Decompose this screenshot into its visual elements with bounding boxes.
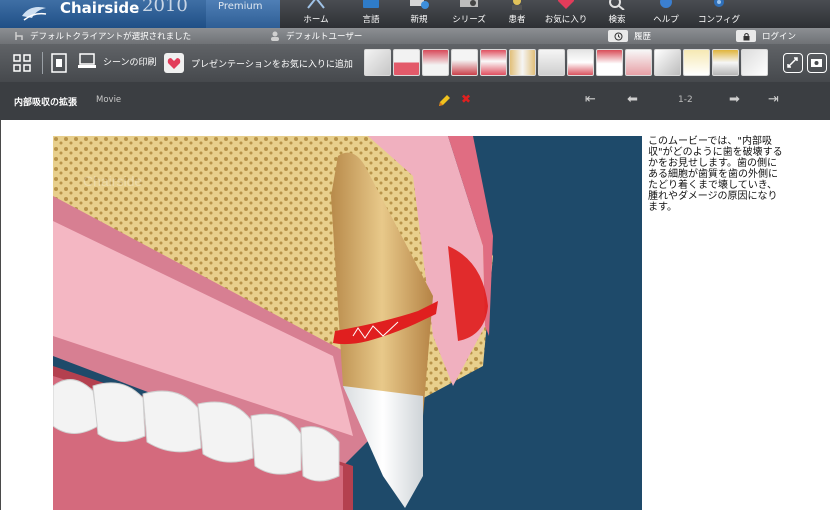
history-label: 履歴: [634, 32, 652, 42]
scene-thumbnail[interactable]: [451, 49, 478, 76]
document-button[interactable]: [51, 53, 67, 73]
user-icon: [271, 31, 279, 41]
toolbar: シーンの印刷 プレゼンテーションをお気に入りに追加: [0, 44, 830, 82]
nav-label: お気に入り: [544, 15, 588, 25]
brand-name: Chairside: [60, 0, 140, 17]
heart-icon: [164, 53, 184, 73]
nav-item-patient[interactable]: 患者: [495, 0, 539, 28]
nav-item-language[interactable]: 言語: [347, 0, 395, 28]
nav-item-search[interactable]: 検索: [593, 0, 641, 28]
login-label: ログイン: [762, 32, 797, 42]
scene-thumbnail[interactable]: [393, 49, 420, 76]
movie-title: 内部吸収の拡張: [14, 98, 78, 108]
nav-item-help[interactable]: ヘルプ: [641, 0, 691, 28]
add-to-favorites-button[interactable]: プレゼンテーションをお気に入りに追加: [164, 53, 353, 73]
main-nav: ホーム 言語 新規 シリーズ 患者 お気に入り 検索 ヘルプ コンフィグ: [285, 0, 747, 28]
nav-item-series[interactable]: シリーズ: [443, 0, 495, 28]
print-icon: [78, 53, 96, 68]
client-status: デフォルトクライアントが選択されました: [14, 30, 191, 42]
fullscreen-button[interactable]: [12, 53, 32, 73]
brand-area: Chairside 2010 Premium: [0, 0, 280, 28]
globe-icon: [363, 0, 379, 8]
scene-thumbnail[interactable]: [364, 49, 391, 76]
expand-arrows-icon: [787, 57, 798, 68]
nav-label: ホーム: [303, 15, 329, 25]
new-icon: [410, 0, 429, 9]
scene-thumbnail[interactable]: [422, 49, 449, 76]
movie-player[interactable]: Chairside: [53, 136, 642, 510]
search-icon: [609, 0, 625, 10]
home-icon: [307, 0, 325, 9]
chairside-logo-icon: [22, 7, 47, 21]
previous-page-icon[interactable]: ⬅: [627, 92, 638, 107]
toolbar-divider: [42, 52, 43, 74]
scene-thumbnail[interactable]: [480, 49, 507, 76]
movie-titlebar: 内部吸収の拡張 Movie ✖ ⇤ ⬅ 1-2 ➡ ⇥: [0, 82, 830, 120]
nav-label: 新規: [410, 15, 428, 25]
patient-icon: [512, 0, 522, 10]
nav-label: シリーズ: [452, 15, 486, 25]
expand-view-button[interactable]: [783, 53, 803, 73]
nav-label: 患者: [508, 15, 526, 25]
history-button[interactable]: 履歴: [608, 30, 651, 42]
top-header: Chairside 2010 Premium ホーム 言語 新規 シリーズ 患者: [0, 0, 830, 28]
edition-label: Premium: [218, 1, 263, 12]
nav-label: 検索: [608, 15, 626, 25]
help-icon: [660, 0, 672, 8]
login-button[interactable]: ログイン: [736, 30, 796, 42]
last-page-icon[interactable]: ⇥: [768, 92, 779, 107]
next-page-icon[interactable]: ➡: [729, 92, 740, 107]
svg-text:Chairside: Chairside: [83, 173, 142, 189]
add-to-favorites-label: プレゼンテーションをお気に入りに追加: [191, 59, 353, 70]
camera-icon: [811, 59, 822, 67]
chair-icon: [15, 32, 23, 40]
nav-item-new[interactable]: 新規: [395, 0, 443, 28]
pencil-icon[interactable]: [437, 94, 451, 108]
gear-icon: [714, 0, 724, 7]
scene-thumbnail[interactable]: [625, 49, 652, 76]
movie-kind: Movie: [96, 95, 122, 105]
first-page-icon[interactable]: ⇤: [585, 92, 596, 107]
scene-thumbnail[interactable]: [567, 49, 594, 76]
content-area: Chairside このムービーでは、"内部吸収"がどのように歯を破壊するかをお…: [0, 120, 830, 510]
scene-thumbnail[interactable]: [741, 49, 768, 76]
nav-label: ヘルプ: [653, 15, 679, 25]
scene-thumbnails: [364, 49, 768, 76]
user-status-text: デフォルトユーザー: [286, 32, 363, 42]
scene-thumbnail[interactable]: [538, 49, 565, 76]
document-icon: [51, 53, 67, 73]
nav-label: 言語: [362, 15, 380, 25]
close-icon[interactable]: ✖: [461, 92, 471, 106]
camera-button[interactable]: [807, 53, 827, 73]
scene-thumbnail[interactable]: [683, 49, 710, 76]
page-counter: 1-2: [678, 95, 693, 105]
expand-icon: [13, 54, 31, 72]
client-status-text: デフォルトクライアントが選択されました: [30, 32, 192, 42]
premium-tab: Premium: [206, 0, 280, 28]
lock-icon: [736, 30, 756, 42]
scene-thumbnail[interactable]: [509, 49, 536, 76]
user-status[interactable]: デフォルトユーザー: [270, 30, 362, 42]
film-icon: [460, 0, 478, 7]
nav-label: コンフィグ: [697, 15, 741, 25]
nav-item-favorites[interactable]: お気に入り: [539, 0, 593, 28]
scene-thumbnail[interactable]: [596, 49, 623, 76]
tooth-resorption-illustration: Chairside: [53, 136, 493, 510]
movie-description: このムービーでは、"内部吸収"がどのように歯を破壊するかをお見せします。歯の側に…: [648, 136, 783, 213]
scene-thumbnail[interactable]: [712, 49, 739, 76]
clock-icon: [608, 30, 628, 42]
print-scene-label: シーンの印刷: [103, 57, 157, 68]
heart-icon: [558, 0, 574, 9]
status-bar: デフォルトクライアントが選択されました デフォルトユーザー 履歴 ログイン: [0, 28, 830, 44]
scene-thumbnail[interactable]: [654, 49, 681, 76]
nav-item-home[interactable]: ホーム: [285, 0, 347, 28]
print-scene-button[interactable]: シーンの印刷: [78, 53, 157, 69]
brand-year: 2010: [142, 0, 188, 16]
nav-item-config[interactable]: コンフィグ: [691, 0, 747, 28]
